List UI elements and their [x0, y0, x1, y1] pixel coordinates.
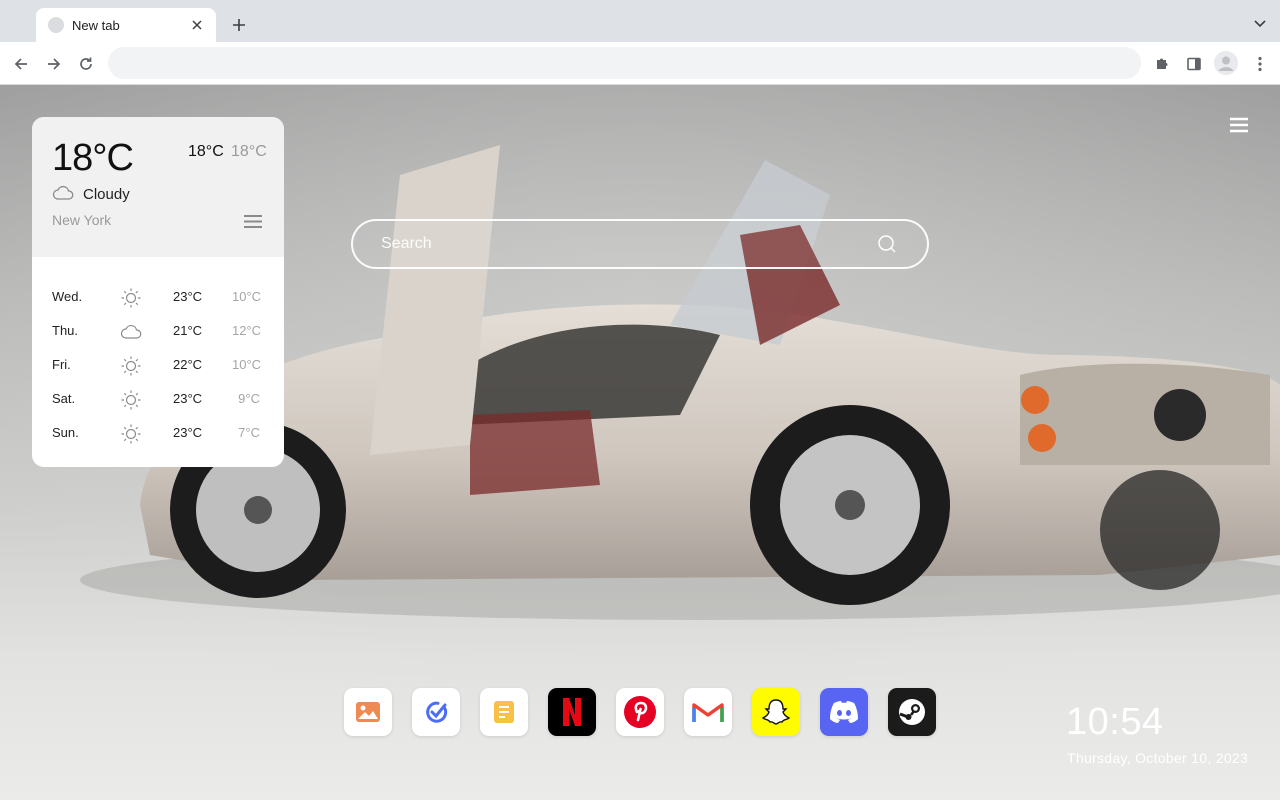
new-tab-plus-icon[interactable] — [228, 14, 250, 36]
sun-icon — [121, 424, 141, 444]
forecast-low: 12°C — [232, 323, 262, 338]
browser-toolbar — [0, 42, 1280, 85]
forecast-row: Sat. 23°C 9°C — [32, 383, 284, 417]
chevron-down-icon[interactable] — [1250, 14, 1270, 34]
pinterest-app-button[interactable] — [616, 688, 664, 736]
clock-date: Thursday, October 10, 2023 — [1067, 750, 1249, 766]
netflix-icon — [563, 698, 581, 726]
forward-arrow-icon[interactable] — [42, 52, 66, 76]
steam-app-button[interactable] — [888, 688, 936, 736]
notes-icon — [494, 701, 514, 723]
tab-new-tab[interactable]: New tab — [36, 8, 216, 42]
search-icon[interactable] — [877, 234, 897, 254]
forecast-low: 10°C — [232, 289, 262, 304]
forecast-list: Wed. 23°C 10°C Thu. 21°C 12°C Fri. 22°C … — [32, 257, 284, 451]
forecast-day: Sat. — [52, 391, 76, 406]
weather-condition: Cloudy — [83, 186, 130, 203]
search-input[interactable] — [381, 221, 861, 267]
forecast-low: 9°C — [238, 391, 260, 406]
forecast-high: 21°C — [173, 323, 203, 338]
new-tab-page: 18°C 18°C 18°C Cloudy New York Wed. 23°C… — [0, 85, 1280, 800]
photos-app-button[interactable] — [344, 688, 392, 736]
steam-icon — [899, 699, 925, 725]
forecast-high: 23°C — [173, 391, 203, 406]
notes-app-button[interactable] — [480, 688, 528, 736]
cloud-icon — [120, 324, 142, 339]
discord-app-button[interactable] — [820, 688, 868, 736]
address-bar-input[interactable] — [108, 47, 1141, 79]
back-arrow-icon[interactable] — [9, 52, 33, 76]
weather-city: New York — [52, 212, 112, 228]
sun-icon — [121, 356, 141, 376]
app-dock — [344, 688, 936, 736]
reload-icon[interactable] — [74, 52, 98, 76]
today-low: 18°C — [231, 143, 267, 160]
forecast-row: Fri. 22°C 10°C — [32, 349, 284, 383]
pinterest-icon — [624, 696, 656, 728]
search-box — [351, 219, 929, 269]
extensions-puzzle-icon[interactable] — [1150, 52, 1174, 76]
tasks-app-button[interactable] — [412, 688, 460, 736]
snapchat-icon — [761, 699, 791, 725]
forecast-row: Wed. 23°C 10°C — [32, 281, 284, 315]
list-icon[interactable] — [244, 214, 262, 229]
cloud-icon — [52, 185, 74, 200]
forecast-day: Wed. — [52, 289, 83, 304]
kebab-menu-icon[interactable] — [1248, 52, 1272, 76]
forecast-high: 23°C — [173, 425, 203, 440]
forecast-high: 23°C — [173, 289, 203, 304]
clock-time: 10:54 — [1066, 701, 1164, 743]
tab-strip: New tab — [0, 0, 1280, 42]
gmail-icon — [692, 703, 724, 722]
profile-avatar-icon[interactable] — [1214, 51, 1238, 75]
sun-icon — [121, 390, 141, 410]
weather-current: 18°C 18°C 18°C Cloudy New York — [32, 117, 284, 257]
forecast-day: Thu. — [52, 323, 79, 338]
gmail-app-button[interactable] — [684, 688, 732, 736]
tab-title: New tab — [72, 17, 120, 33]
discord-icon — [830, 701, 858, 723]
side-panel-icon[interactable] — [1182, 52, 1206, 76]
forecast-low: 7°C — [238, 425, 260, 440]
sun-icon — [121, 288, 141, 308]
check-icon — [426, 701, 448, 723]
close-icon[interactable] — [188, 16, 206, 34]
weather-widget: 18°C 18°C 18°C Cloudy New York Wed. 23°C… — [32, 117, 284, 467]
forecast-low: 10°C — [232, 357, 262, 372]
forecast-high: 22°C — [173, 357, 203, 372]
hamburger-menu-icon[interactable] — [1229, 117, 1249, 133]
photo-icon — [356, 702, 380, 722]
forecast-row: Thu. 21°C 12°C — [32, 315, 284, 349]
forecast-day: Fri. — [52, 357, 71, 372]
snapchat-app-button[interactable] — [752, 688, 800, 736]
forecast-day: Sun. — [52, 425, 79, 440]
today-high: 18°C — [188, 143, 224, 160]
netflix-app-button[interactable] — [548, 688, 596, 736]
forecast-row: Sun. 23°C 7°C — [32, 417, 284, 451]
tab-favicon-icon — [48, 17, 64, 33]
current-temperature: 18°C — [52, 137, 134, 179]
